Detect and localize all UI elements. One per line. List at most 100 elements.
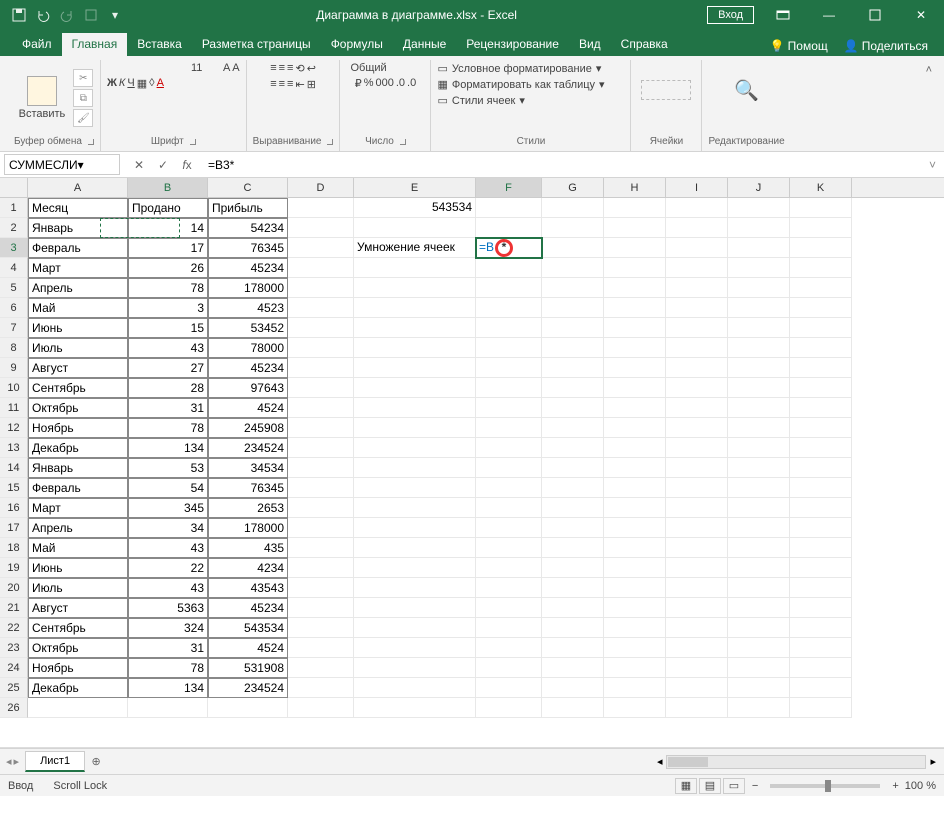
cell-I21[interactable] [666, 598, 728, 618]
cell-F23[interactable] [476, 638, 542, 658]
cell-C2[interactable]: 54234 [208, 218, 288, 238]
cell-J16[interactable] [728, 498, 790, 518]
cell-H7[interactable] [604, 318, 666, 338]
font-color-button[interactable]: А [157, 77, 164, 90]
cell-G17[interactable] [542, 518, 604, 538]
touch-mode-icon[interactable] [80, 4, 102, 26]
cell-J26[interactable] [728, 698, 790, 718]
cell-F11[interactable] [476, 398, 542, 418]
zoom-in-icon[interactable]: + [886, 780, 904, 792]
cell-H17[interactable] [604, 518, 666, 538]
cell-G20[interactable] [542, 578, 604, 598]
cell-G19[interactable] [542, 558, 604, 578]
cell-A24[interactable]: Ноябрь [28, 658, 128, 678]
cell-H15[interactable] [604, 478, 666, 498]
cell-I7[interactable] [666, 318, 728, 338]
row-header-10[interactable]: 10 [0, 378, 28, 398]
cell-G4[interactable] [542, 258, 604, 278]
row-header-12[interactable]: 12 [0, 418, 28, 438]
percent-icon[interactable]: % [364, 77, 374, 90]
decrease-decimal-icon[interactable]: .0 [407, 77, 416, 90]
cell-B5[interactable]: 78 [128, 278, 208, 298]
name-box[interactable]: СУММЕСЛИ▾ [4, 154, 120, 175]
cell-D20[interactable] [288, 578, 354, 598]
close-button[interactable]: ✕ [898, 0, 944, 30]
cell-A8[interactable]: Июль [28, 338, 128, 358]
cell-A18[interactable]: Май [28, 538, 128, 558]
align-right-icon[interactable]: ≡ [287, 78, 293, 91]
tab-view[interactable]: Вид [569, 33, 611, 56]
copy-icon[interactable]: ⧉ [73, 89, 93, 107]
row-header-17[interactable]: 17 [0, 518, 28, 538]
cell-styles-button[interactable]: ▭Стили ячеек ▾ [437, 94, 524, 107]
cell-B6[interactable]: 3 [128, 298, 208, 318]
cell-B15[interactable]: 54 [128, 478, 208, 498]
cell-A19[interactable]: Июнь [28, 558, 128, 578]
cell-B22[interactable]: 324 [128, 618, 208, 638]
hscroll-right-icon[interactable]: ▸ [930, 755, 936, 768]
cell-F7[interactable] [476, 318, 542, 338]
cell-E24[interactable] [354, 658, 476, 678]
cell-K26[interactable] [790, 698, 852, 718]
cell-A12[interactable]: Ноябрь [28, 418, 128, 438]
col-header-F[interactable]: F [476, 178, 542, 197]
cell-H1[interactable] [604, 198, 666, 218]
merge-icon[interactable]: ⊞ [307, 78, 316, 91]
cell-H5[interactable] [604, 278, 666, 298]
expand-formula-bar-icon[interactable]: ˅ [921, 158, 944, 172]
cell-G15[interactable] [542, 478, 604, 498]
cell-K10[interactable] [790, 378, 852, 398]
cell-H21[interactable] [604, 598, 666, 618]
signin-button[interactable]: Вход [707, 6, 754, 24]
cell-B21[interactable]: 5363 [128, 598, 208, 618]
cell-E25[interactable] [354, 678, 476, 698]
cell-K21[interactable] [790, 598, 852, 618]
cell-G16[interactable] [542, 498, 604, 518]
cell-I1[interactable] [666, 198, 728, 218]
cell-G23[interactable] [542, 638, 604, 658]
cell-K13[interactable] [790, 438, 852, 458]
save-icon[interactable] [8, 4, 30, 26]
cell-F14[interactable] [476, 458, 542, 478]
cell-K5[interactable] [790, 278, 852, 298]
align-left-icon[interactable]: ≡ [270, 78, 276, 91]
col-header-G[interactable]: G [542, 178, 604, 197]
cell-K18[interactable] [790, 538, 852, 558]
cell-G8[interactable] [542, 338, 604, 358]
align-bottom-icon[interactable]: ≡ [287, 62, 293, 75]
row-header-24[interactable]: 24 [0, 658, 28, 678]
cell-I16[interactable] [666, 498, 728, 518]
cell-E16[interactable] [354, 498, 476, 518]
redo-icon[interactable] [56, 4, 78, 26]
hscroll-left-icon[interactable]: ◂ [657, 755, 663, 768]
cell-H20[interactable] [604, 578, 666, 598]
cell-G7[interactable] [542, 318, 604, 338]
cell-F15[interactable] [476, 478, 542, 498]
cell-B16[interactable]: 345 [128, 498, 208, 518]
cell-D6[interactable] [288, 298, 354, 318]
cell-E14[interactable] [354, 458, 476, 478]
select-all-triangle[interactable] [0, 178, 28, 198]
dialog-launcher-icon[interactable] [88, 139, 94, 145]
cell-J9[interactable] [728, 358, 790, 378]
col-header-I[interactable]: I [666, 178, 728, 197]
decrease-indent-icon[interactable]: ⇤ [295, 78, 304, 91]
tab-home[interactable]: Главная [62, 33, 128, 56]
cell-E12[interactable] [354, 418, 476, 438]
cell-B17[interactable]: 34 [128, 518, 208, 538]
cell-C14[interactable]: 34534 [208, 458, 288, 478]
cell-F10[interactable] [476, 378, 542, 398]
cell-A13[interactable]: Декабрь [28, 438, 128, 458]
normal-view-icon[interactable]: ▦ [675, 778, 697, 794]
bold-button[interactable]: Ж [107, 77, 117, 90]
cell-D21[interactable] [288, 598, 354, 618]
row-header-19[interactable]: 19 [0, 558, 28, 578]
cell-I8[interactable] [666, 338, 728, 358]
cell-I17[interactable] [666, 518, 728, 538]
cell-D19[interactable] [288, 558, 354, 578]
cell-F16[interactable] [476, 498, 542, 518]
cell-D13[interactable] [288, 438, 354, 458]
cell-F3[interactable]: =B* [476, 238, 542, 258]
row-header-25[interactable]: 25 [0, 678, 28, 698]
cell-H22[interactable] [604, 618, 666, 638]
